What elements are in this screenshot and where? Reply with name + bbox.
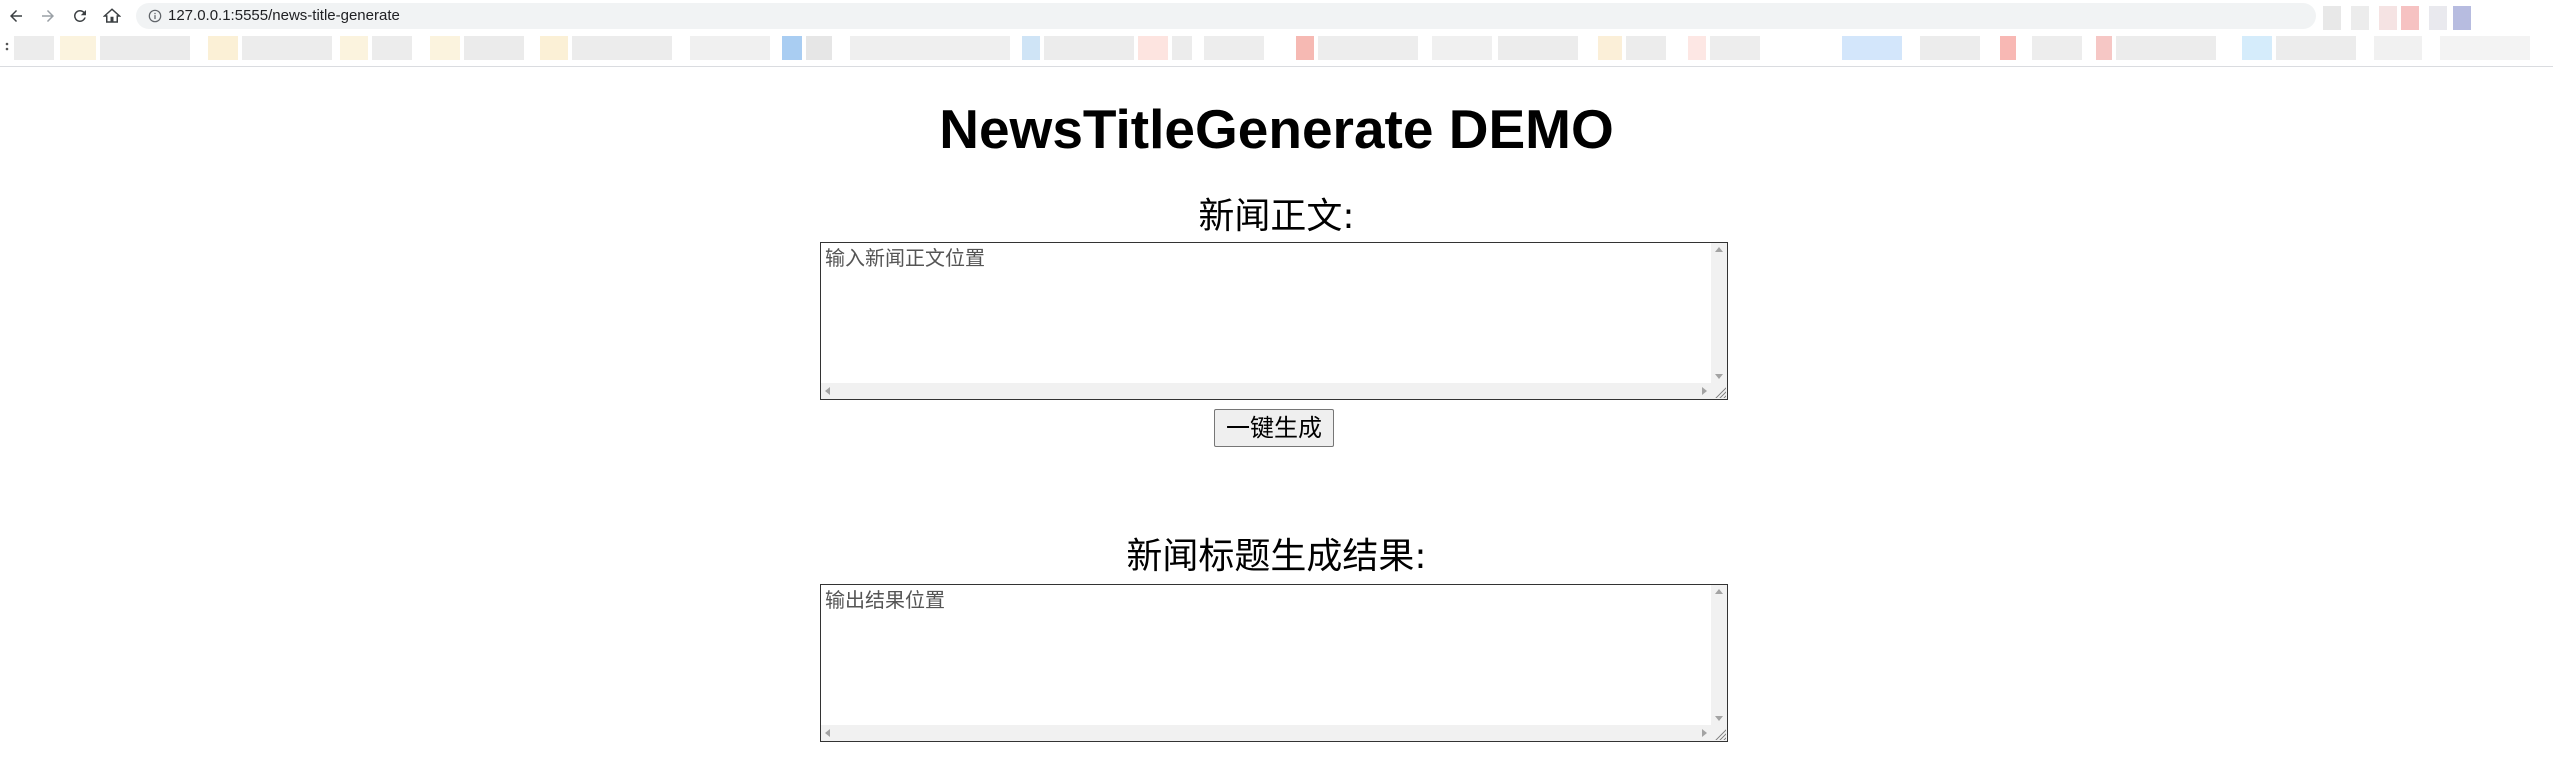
news-body-textarea-frame xyxy=(820,242,1728,400)
arrow-left-icon xyxy=(10,10,22,22)
resize-grip-icon xyxy=(1714,728,1726,740)
resize-handle[interactable] xyxy=(1711,383,1727,399)
browser-chrome: 127.0.0.1:5555/news-title-generate xyxy=(0,0,2553,67)
address-bar[interactable]: 127.0.0.1:5555/news-title-generate xyxy=(136,3,2316,29)
page-content: NewsTitleGenerate DEMO 新闻正文: 一键生成 新闻标题生成… xyxy=(0,67,2553,760)
page-title: NewsTitleGenerate DEMO xyxy=(939,98,1614,160)
scroll-up-icon[interactable] xyxy=(1715,589,1723,594)
generate-button[interactable]: 一键生成 xyxy=(1214,409,1334,447)
browser-toolbar: 127.0.0.1:5555/news-title-generate xyxy=(0,0,2553,32)
input-section-label: 新闻正文: xyxy=(1198,196,1355,237)
resize-grip-icon xyxy=(1714,386,1726,398)
url-text[interactable]: 127.0.0.1:5555/news-title-generate xyxy=(168,7,400,25)
reload-icon xyxy=(73,9,86,22)
output-section-label: 新闻标题生成结果: xyxy=(1126,536,1427,577)
bookmarks-bar xyxy=(0,32,2553,64)
back-button[interactable] xyxy=(4,4,28,28)
scroll-right-icon[interactable] xyxy=(1702,729,1707,737)
home-icon xyxy=(103,8,121,23)
bookmarks-more-icon[interactable] xyxy=(5,40,9,54)
info-icon[interactable] xyxy=(146,7,164,25)
horizontal-scrollbar[interactable] xyxy=(821,725,1711,741)
vertical-scrollbar[interactable] xyxy=(1711,243,1727,383)
scroll-left-icon[interactable] xyxy=(825,387,830,395)
resize-handle[interactable] xyxy=(1711,725,1727,741)
horizontal-scrollbar[interactable] xyxy=(821,383,1711,399)
title-result-textarea-frame xyxy=(820,584,1728,742)
home-button[interactable] xyxy=(100,4,124,28)
extensions-area xyxy=(2323,6,2523,30)
scroll-down-icon[interactable] xyxy=(1715,374,1723,379)
scroll-up-icon[interactable] xyxy=(1715,247,1723,252)
arrow-right-icon xyxy=(42,10,54,22)
scroll-right-icon[interactable] xyxy=(1702,387,1707,395)
scroll-left-icon[interactable] xyxy=(825,729,830,737)
news-body-input[interactable] xyxy=(821,243,1707,383)
scroll-down-icon[interactable] xyxy=(1715,716,1723,721)
reload-button[interactable] xyxy=(68,4,92,28)
vertical-scrollbar[interactable] xyxy=(1711,585,1727,725)
title-result-output[interactable] xyxy=(821,585,1707,725)
forward-button[interactable] xyxy=(36,4,60,28)
